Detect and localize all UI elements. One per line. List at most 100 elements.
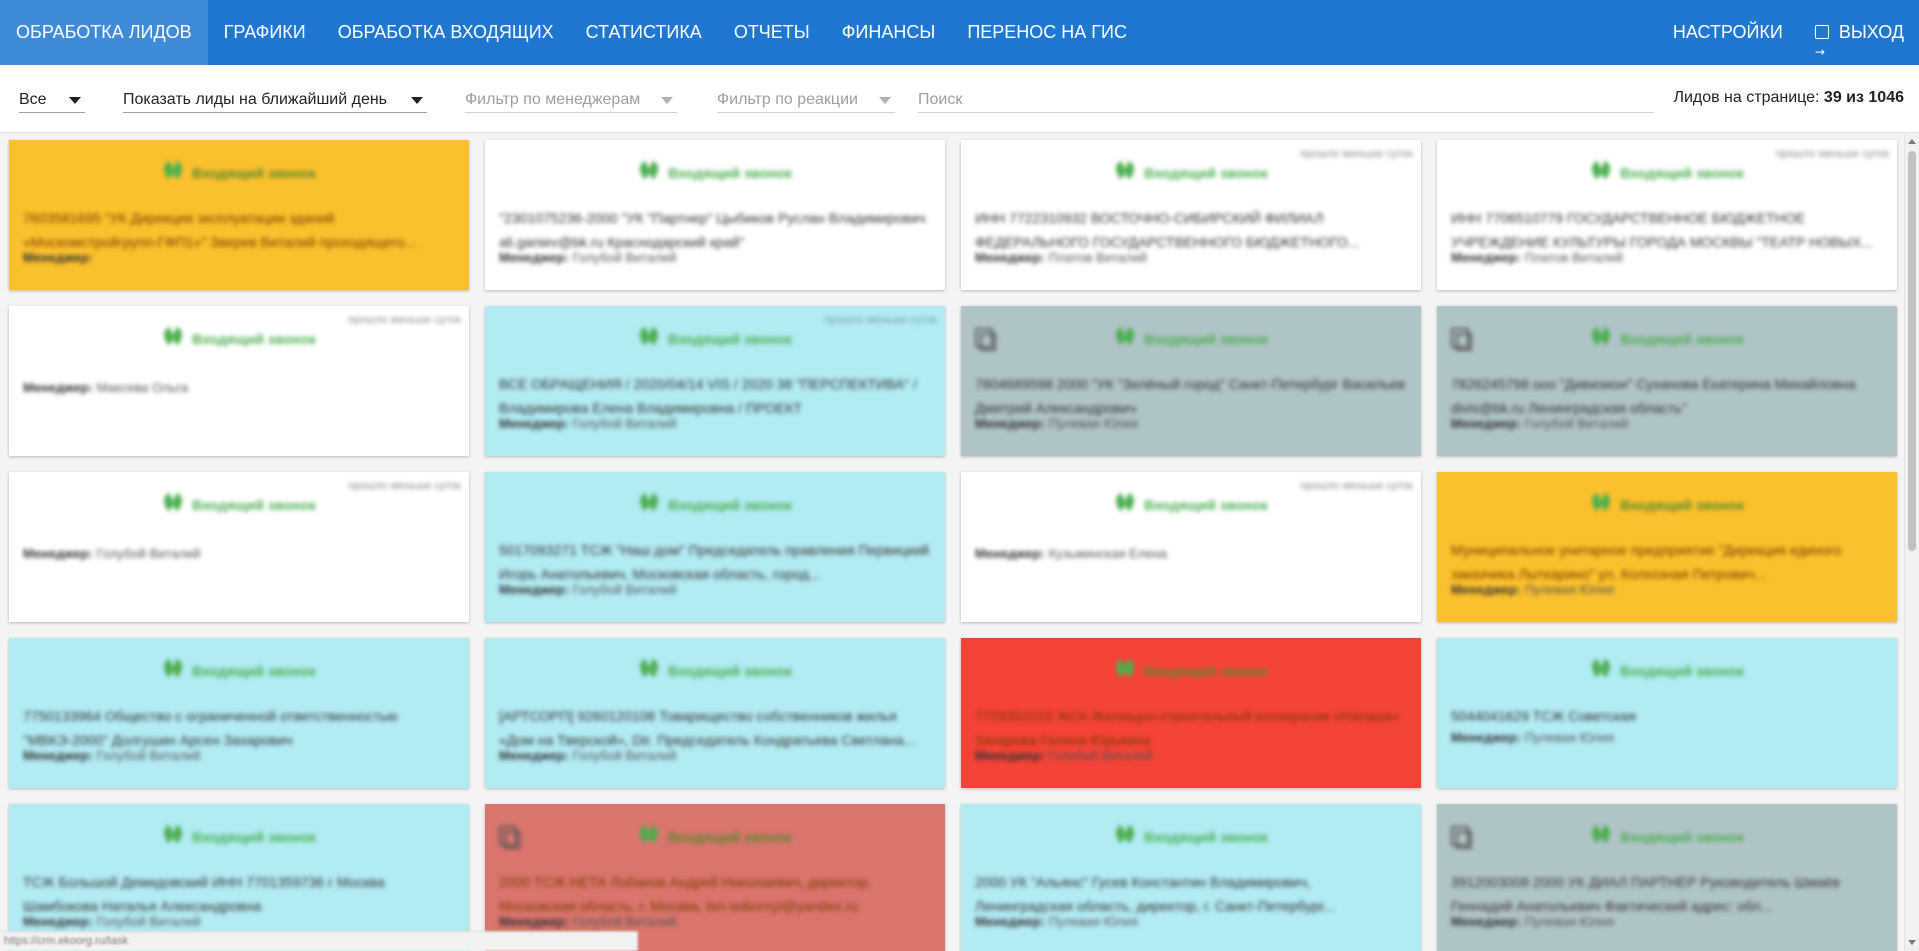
exit-icon — [1814, 20, 1829, 85]
lead-card[interactable]: Входящий звонок 7729352222 ЖСК Жилищно-ст… — [961, 638, 1421, 788]
lead-card-title: Входящий звонок — [192, 663, 316, 679]
manager-name: Кузьминская Елена — [1048, 546, 1168, 561]
lead-card[interactable]: Входящий звонок [АРТСОРП] 9260120108 Това… — [485, 638, 945, 788]
lead-card-header: Входящий звонок — [485, 660, 945, 679]
lead-card-title: Входящий звонок — [1620, 663, 1744, 679]
incoming-call-icon — [1590, 826, 1612, 844]
manager-name: Пулевая Юлия — [1048, 914, 1139, 929]
incoming-call-icon — [1590, 494, 1612, 512]
lead-card-body: прошло меньше суток Входящий звонок ВСЕ ОБ… — [485, 306, 945, 456]
lead-card[interactable]: Входящий звонок 7750133964 Общество с огр… — [9, 638, 469, 788]
manager-label: Менеджер: — [499, 914, 569, 929]
lead-card-body: прошло меньше суток Входящий звонок Менедж… — [961, 472, 1421, 622]
reaction-filter-select[interactable]: Фильтр по реакции — [717, 87, 895, 113]
lead-card[interactable]: прошло меньше суток Входящий звонок ИНН 77… — [1437, 140, 1897, 290]
lead-card[interactable]: прошло меньше суток Входящий звонок Менедж… — [961, 472, 1421, 622]
incoming-call-icon — [1114, 162, 1136, 180]
lead-card-header: Входящий звонок — [485, 328, 945, 347]
lead-card[interactable]: прошло меньше суток Входящий звонок ВСЕ ОБ… — [485, 306, 945, 456]
incoming-call-icon — [162, 162, 184, 180]
scroll-up-arrow-icon[interactable] — [1908, 139, 1916, 144]
managers-filter-placeholder: Фильтр по менеджерам — [465, 90, 641, 108]
managers-filter-select[interactable]: Фильтр по менеджерам — [465, 87, 677, 113]
manager-label: Менеджер: — [975, 416, 1045, 431]
lead-card[interactable]: Входящий звонок 7804689598 2000 "УК "Зелё… — [961, 306, 1421, 456]
lead-card-manager: Менеджер: Голубой Виталий — [499, 416, 931, 431]
lead-card[interactable]: Входящий звонок Муниципальное унитарное п… — [1437, 472, 1897, 622]
lead-card-header: Входящий звонок — [485, 494, 945, 513]
lead-age-badge: прошло меньше суток — [1299, 148, 1413, 160]
lead-card-manager: Менеджер: — [23, 250, 455, 265]
vertical-scrollbar[interactable] — [1904, 133, 1919, 951]
nav-finance[interactable]: ФИНАНСЫ — [826, 0, 952, 65]
lead-card-title: Входящий звонок — [192, 497, 316, 513]
incoming-call-icon — [1590, 162, 1612, 180]
nav-statistics[interactable]: СТАТИСТИКА — [570, 0, 718, 65]
manager-label: Менеджер: — [1451, 250, 1521, 265]
lead-card-manager: Менеджер: Голубой Виталий — [23, 914, 455, 929]
nav-leads-processing[interactable]: ОБРАБОТКА ЛИДОВ — [0, 0, 208, 65]
manager-label: Менеджер: — [499, 416, 569, 431]
lead-card[interactable]: Входящий звонок 5044041629 ТСЖ Советская М… — [1437, 638, 1897, 788]
lead-card-title: Входящий звонок — [668, 331, 792, 347]
manager-label: Менеджер: — [975, 546, 1045, 561]
incoming-call-icon — [638, 494, 660, 512]
manager-label: Менеджер: — [23, 380, 93, 395]
chevron-down-icon — [69, 97, 81, 104]
manager-name: Платов Виталий — [1524, 250, 1624, 265]
lead-card-header: Входящий звонок — [961, 494, 1421, 513]
lead-card[interactable]: Входящий звонок 3912003008 2000 УК ДИАЛ П… — [1437, 804, 1897, 951]
logout-button[interactable]: ВЫХОД — [1799, 0, 1919, 85]
lead-card-title: Входящий звонок — [192, 165, 316, 181]
chevron-down-icon — [411, 97, 423, 104]
lead-card-body: Входящий звонок 7826245798 ооо "Дивизион"… — [1437, 306, 1897, 456]
lead-card-body: прошло меньше суток Входящий звонок ИНН 77… — [961, 140, 1421, 290]
lead-card-body: Входящий звонок 5044041629 ТСЖ Советская М… — [1437, 638, 1897, 788]
nav-settings[interactable]: НАСТРОЙКИ — [1657, 0, 1799, 65]
nav-reports[interactable]: ОТЧЕТЫ — [718, 0, 826, 65]
lead-card-body: Входящий звонок 2000 ТСЖ НЕТА Лобанов Анд… — [485, 804, 945, 951]
period-select[interactable]: Показать лиды на ближайший день — [123, 87, 427, 113]
scrollbar-thumb[interactable] — [1908, 151, 1916, 551]
manager-label: Менеджер: — [1451, 582, 1521, 597]
nav-incoming-processing[interactable]: ОБРАБОТКА ВХОДЯЩИХ — [322, 0, 570, 65]
scope-select[interactable]: Все — [19, 87, 85, 113]
lead-card-title: Входящий звонок — [1144, 829, 1268, 845]
lead-card[interactable]: Входящий звонок "2301075236-2000 "УК "Пар… — [485, 140, 945, 290]
lead-card[interactable]: Входящий звонок 2000 УК "Альянс" Гусев Ко… — [961, 804, 1421, 951]
manager-label: Менеджер: — [1451, 730, 1521, 745]
browser-status-url: https://crm.ekoorg.ru/task — [0, 931, 638, 951]
lead-card[interactable]: прошло меньше суток Входящий звонок Менедж… — [9, 472, 469, 622]
lead-card[interactable]: Входящий звонок 7826245798 ооо "Дивизион"… — [1437, 306, 1897, 456]
lead-card[interactable]: Входящий звонок 5017093271 ТСЖ "Наш дом" … — [485, 472, 945, 622]
lead-card-description: ИНН 7722310932 ВОСТОЧНО-СИБИРСКИЙ ФИЛИАЛ… — [975, 210, 1360, 250]
scroll-down-arrow-icon[interactable] — [1908, 940, 1916, 945]
search-input[interactable]: Поиск — [918, 87, 1654, 113]
manager-label: Менеджер: — [23, 546, 93, 561]
manager-label: Менеджер: — [23, 748, 93, 763]
lead-card-body: Входящий звонок 7603581695 "УК Дирекция э… — [9, 140, 469, 290]
lead-card[interactable]: Входящий звонок ТСЖ Большой Демидовский И… — [9, 804, 469, 951]
lead-card-header: Входящий звонок — [961, 826, 1421, 845]
lead-card-manager: Менеджер: Голубой Виталий — [975, 748, 1407, 763]
lead-card-title: Входящий звонок — [668, 165, 792, 181]
manager-name: Голубой Виталий — [96, 546, 201, 561]
nav-charts[interactable]: ГРАФИКИ — [208, 0, 322, 65]
lead-card-body: Входящий звонок 7750133964 Общество с огр… — [9, 638, 469, 788]
nav-transfer-gis[interactable]: ПЕРЕНОС НА ГИС — [951, 0, 1143, 65]
lead-card-manager: Менеджер: Платов Виталий — [975, 250, 1407, 265]
lead-card[interactable]: Входящий звонок 7603581695 "УК Дирекция э… — [9, 140, 469, 290]
lead-card-title: Входящий звонок — [668, 829, 792, 845]
scope-select-value: Все — [19, 90, 47, 108]
lead-card-header: Входящий звонок — [485, 826, 945, 845]
lead-card-manager: Менеджер: Пулевая Юлия — [1451, 730, 1883, 745]
lead-card-header: Входящий звонок — [1437, 660, 1897, 679]
incoming-call-icon — [1590, 660, 1612, 678]
lead-card-header: Входящий звонок — [961, 660, 1421, 679]
lead-card-body: Входящий звонок ТСЖ Большой Демидовский И… — [9, 804, 469, 951]
incoming-call-icon — [638, 826, 660, 844]
lead-card[interactable]: прошло меньше суток Входящий звонок ИНН 77… — [961, 140, 1421, 290]
search-placeholder: Поиск — [918, 90, 963, 108]
lead-card[interactable]: Входящий звонок 2000 ТСЖ НЕТА Лобанов Анд… — [485, 804, 945, 951]
lead-card[interactable]: прошло меньше суток Входящий звонок Менедж… — [9, 306, 469, 456]
